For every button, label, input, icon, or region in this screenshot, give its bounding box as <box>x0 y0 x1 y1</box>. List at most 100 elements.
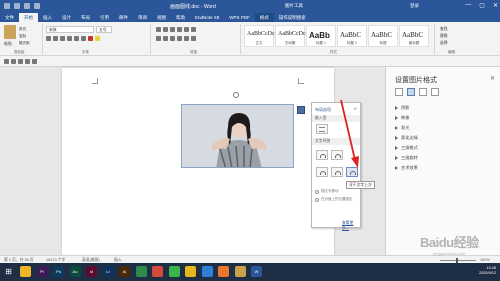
wrap-square-button[interactable] <box>316 150 328 160</box>
font-color-icon[interactable] <box>88 36 93 41</box>
picture-icon[interactable] <box>431 88 439 96</box>
zoom-level[interactable]: 100% <box>480 258 490 262</box>
tab-format[interactable]: 格式 <box>254 13 274 22</box>
tab-wps-pdf[interactable]: WPS PDF <box>224 13 255 22</box>
illustrator-app[interactable]: Ai <box>119 266 130 277</box>
firefox-app[interactable] <box>218 266 229 277</box>
font-size-select[interactable]: 五号 <box>96 26 112 33</box>
increase-indent-icon[interactable] <box>184 27 189 32</box>
pane-section-artistic-effects[interactable]: 艺术效果 <box>395 165 418 171</box>
paste-label[interactable]: 粘贴 <box>4 41 12 47</box>
tab-layout[interactable]: 布局 <box>76 13 95 22</box>
superscript-icon[interactable] <box>81 36 86 41</box>
style-no-spacing[interactable]: AaBbCcDc 无间隔 <box>275 25 306 47</box>
pane-section-3d-format[interactable]: 三维格式 <box>395 145 418 151</box>
fix-position-option[interactable]: 在页面上的位置固定 <box>315 197 353 202</box>
align-left-icon[interactable] <box>156 36 161 41</box>
tab-insert[interactable]: 插入 <box>38 13 57 22</box>
pane-section-glow[interactable]: 发光 <box>395 125 409 131</box>
subscript-icon[interactable] <box>74 36 79 41</box>
maximize-icon[interactable]: ▢ <box>479 2 485 9</box>
strikethrough-icon[interactable] <box>67 36 72 41</box>
save-icon[interactable] <box>14 3 20 9</box>
line-spacing-icon[interactable] <box>184 36 189 41</box>
copy-button[interactable]: 复制 <box>19 33 30 40</box>
chrome-app[interactable] <box>185 266 196 277</box>
tray-clock[interactable]: 10:28 2020/6/12 <box>479 266 496 276</box>
pane-section-soft-edges[interactable]: 柔化边缘 <box>395 135 418 141</box>
close-icon[interactable]: ✕ <box>490 75 495 82</box>
print-preview-icon[interactable] <box>25 59 30 64</box>
sort-icon[interactable] <box>191 27 196 32</box>
zoom-slider[interactable] <box>440 258 476 263</box>
see-more-link[interactable]: 查看更多... <box>342 221 360 231</box>
chat-app[interactable] <box>168 266 180 277</box>
tab-references[interactable]: 引用 <box>95 13 114 22</box>
multilevel-list-icon[interactable] <box>170 27 175 32</box>
select-button[interactable]: 选择 <box>440 40 448 47</box>
photoshop-app[interactable]: Ps <box>53 266 64 277</box>
minimize-icon[interactable]: — <box>465 2 471 9</box>
premiere-app[interactable]: Pr <box>36 266 48 277</box>
underline-icon[interactable] <box>60 36 65 41</box>
style-heading-1[interactable]: AaBb 标题 1 <box>306 25 336 47</box>
game-app[interactable] <box>152 266 163 277</box>
indesign-app[interactable]: Id <box>86 266 97 277</box>
start-icon[interactable]: ⊞ <box>3 266 14 277</box>
customize-icon[interactable] <box>32 59 37 64</box>
save-icon[interactable] <box>4 59 9 64</box>
qq-app[interactable] <box>201 266 213 277</box>
redo-icon[interactable] <box>18 59 23 64</box>
cut-button[interactable]: 剪切 <box>19 26 30 33</box>
shading-icon[interactable] <box>191 36 196 41</box>
style-subtitle[interactable]: AaBbC 副标题 <box>399 25 429 47</box>
italic-icon[interactable] <box>53 36 58 41</box>
wrap-inline-button[interactable] <box>316 124 328 134</box>
justify-icon[interactable] <box>177 36 182 41</box>
media-app[interactable] <box>135 266 147 277</box>
tab-home[interactable]: 开始 <box>19 13 38 22</box>
tab-file[interactable]: 文件 <box>0 13 19 22</box>
pane-section-reflection[interactable]: 映像 <box>395 115 409 121</box>
decrease-indent-icon[interactable] <box>177 27 182 32</box>
paste-icon[interactable] <box>4 25 16 39</box>
wrap-in-front-button[interactable] <box>346 167 358 177</box>
numbering-icon[interactable] <box>163 27 168 32</box>
bold-icon[interactable] <box>46 36 51 41</box>
wrap-tight-button[interactable] <box>331 150 343 160</box>
layout-properties-icon[interactable] <box>419 88 427 96</box>
audition-app[interactable]: Au <box>69 266 81 277</box>
tell-me-search[interactable]: 操作说明搜索 <box>274 13 311 22</box>
pane-section-3d-rotation[interactable]: 三维旋转 <box>395 155 418 161</box>
move-with-text-option[interactable]: 随文字移动 <box>315 189 339 194</box>
find-button[interactable]: 查找 <box>440 26 448 33</box>
redo-icon[interactable] <box>34 3 40 9</box>
tab-endnote[interactable]: EndNote X8 <box>190 13 224 22</box>
format-painter-button[interactable]: 格式刷 <box>19 40 30 47</box>
replace-button[interactable]: 替换 <box>440 33 448 40</box>
style-normal[interactable]: AaBbCcDc 正文 <box>244 25 275 47</box>
style-title[interactable]: AaBbC 标题 <box>368 25 398 47</box>
lightroom-app[interactable]: Lr <box>102 266 114 277</box>
wrap-top-bottom-button[interactable] <box>331 167 343 177</box>
login-button[interactable]: 登录 <box>410 3 419 9</box>
align-center-icon[interactable] <box>163 36 168 41</box>
effects-icon[interactable] <box>407 88 415 96</box>
close-icon[interactable]: ✕ <box>354 106 357 111</box>
undo-icon[interactable] <box>24 3 30 9</box>
explorer-app[interactable] <box>20 266 31 277</box>
folder-app[interactable] <box>234 266 246 277</box>
autosave-icon[interactable] <box>4 3 10 9</box>
tab-help[interactable]: 帮助 <box>171 13 190 22</box>
close-icon[interactable]: ✕ <box>493 2 498 9</box>
fill-line-icon[interactable] <box>395 88 403 96</box>
style-heading-2[interactable]: AaBbC 标题 2 <box>337 25 367 47</box>
document-image[interactable] <box>181 104 294 168</box>
layout-options-button[interactable] <box>297 106 305 114</box>
tab-design[interactable]: 设计 <box>57 13 76 22</box>
tab-mailings[interactable]: 邮件 <box>114 13 133 22</box>
wrap-through-button[interactable] <box>316 167 328 177</box>
bullets-icon[interactable] <box>156 27 161 32</box>
word-app[interactable]: W <box>251 266 262 277</box>
tab-review[interactable]: 审阅 <box>133 13 152 22</box>
